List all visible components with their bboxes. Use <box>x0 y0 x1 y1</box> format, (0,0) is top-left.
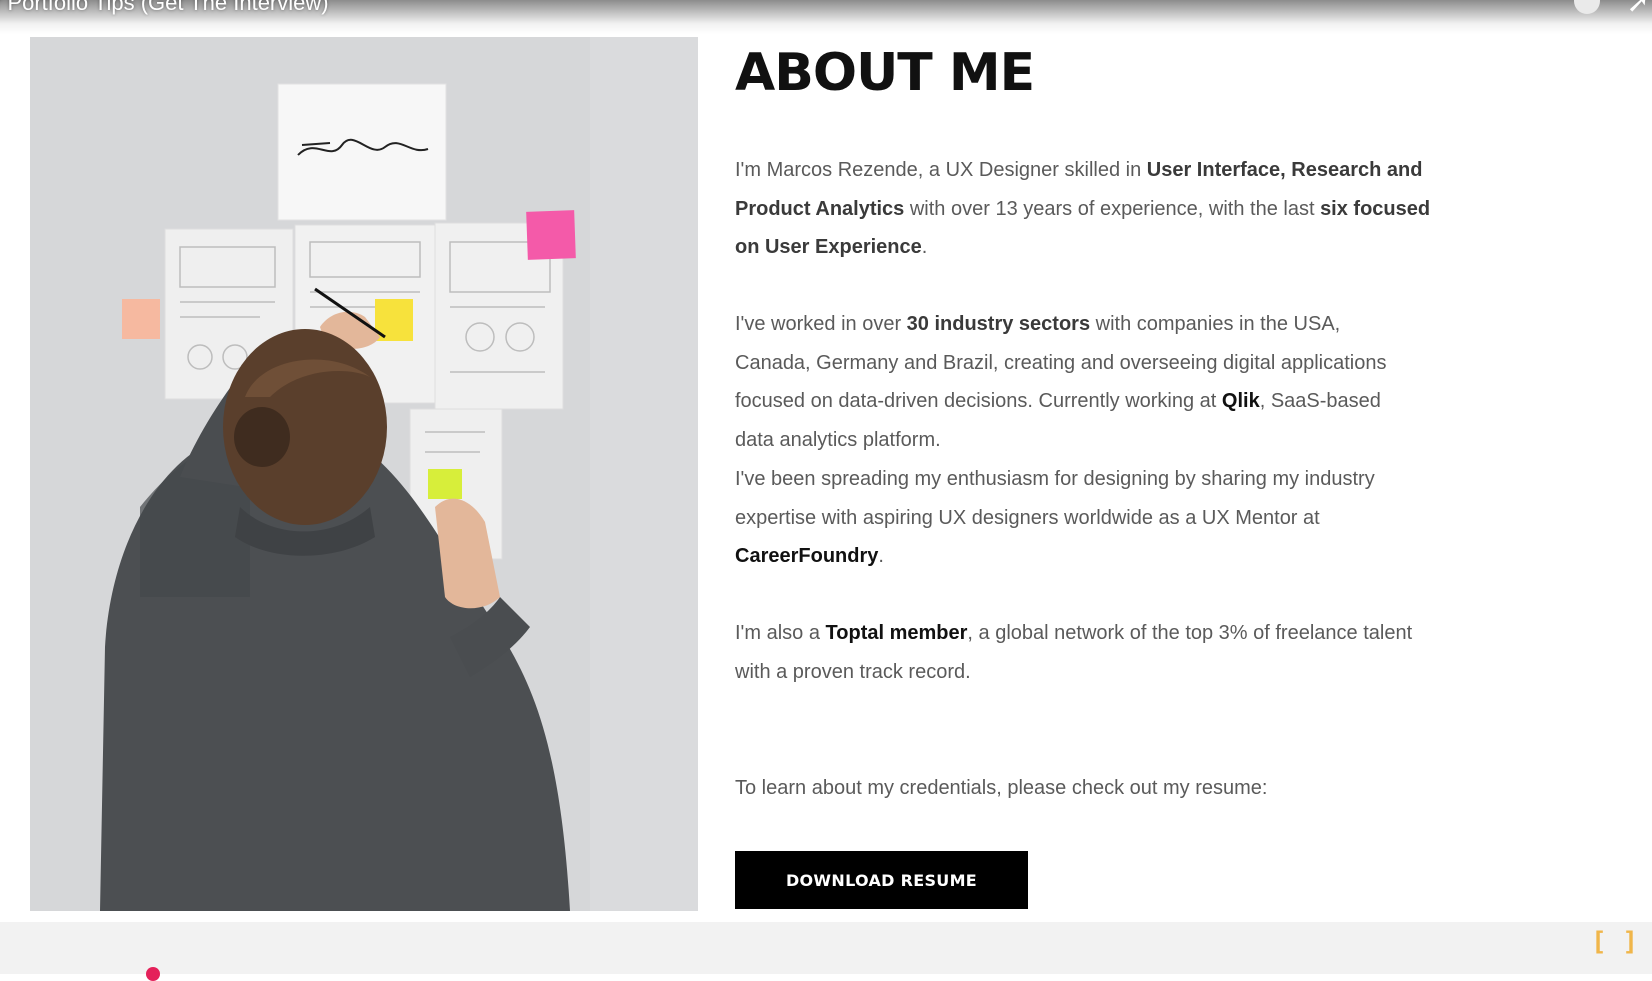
bracket-icon[interactable]: [ ] <box>1591 927 1638 957</box>
industry-paragraph: I've worked in over 30 industry sectors … <box>735 305 1395 459</box>
watch-later-icon[interactable] <box>1574 0 1600 14</box>
about-photo <box>30 37 698 911</box>
bold-toptal: Toptal member <box>825 622 968 644</box>
bold-company: Qlik <box>1221 390 1260 412</box>
text-span: . <box>878 545 884 567</box>
share-arrow-icon[interactable]: ➚ <box>1627 0 1650 19</box>
video-top-overlay: r Portfolio Tips (Get The Interview) ➚ <box>0 0 1652 34</box>
toptal-paragraph: I'm also a Toptal member, a global netwo… <box>735 614 1435 691</box>
bold-industries: 30 industry sectors <box>906 313 1091 335</box>
text-span: with over 13 years of experience, with t… <box>904 197 1321 220</box>
intro-paragraph: I'm Marcos Rezende, a UX Designer skille… <box>735 151 1435 267</box>
bold-mentor-org: CareerFoundry <box>735 545 879 567</box>
video-title[interactable]: r Portfolio Tips (Get The Interview) <box>0 0 329 16</box>
about-heading: ABOUT ME <box>735 43 1035 103</box>
video-bottom-bar <box>0 922 1652 974</box>
text-span: I'm also a <box>735 622 826 644</box>
text-span: I'm Marcos Rezende, a UX Designer skille… <box>735 159 1147 181</box>
resume-paragraph: To learn about my credentials, please ch… <box>735 777 1268 799</box>
mentor-paragraph: I've been spreading my enthusiasm for de… <box>735 460 1395 576</box>
text-span: I've been spreading my enthusiasm for de… <box>735 468 1375 529</box>
text-span: I've worked in over <box>735 313 907 335</box>
progress-scrubber[interactable] <box>146 967 160 981</box>
text-span: . <box>921 236 928 258</box>
about-section: ABOUT ME I'm Marcos Rezende, a UX Design… <box>735 37 1455 799</box>
download-resume-button[interactable]: DOWNLOAD RESUME <box>735 851 1028 909</box>
